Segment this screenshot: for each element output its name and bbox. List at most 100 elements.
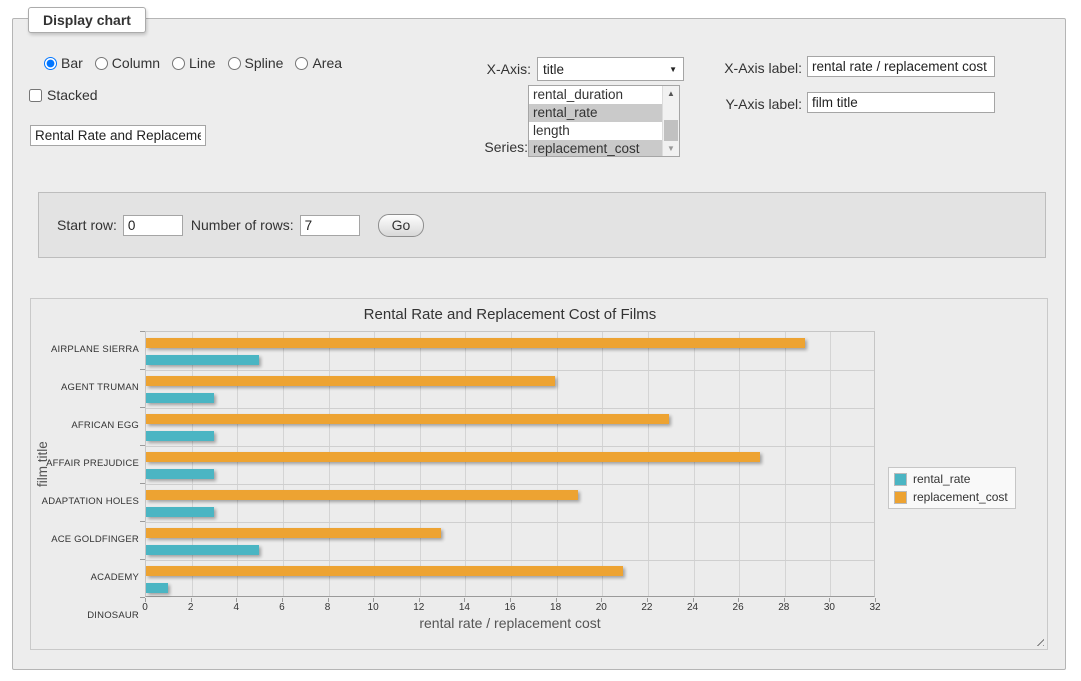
- legend-label-replacement_cost: replacement_cost: [913, 490, 1008, 504]
- x-tick-label-6: 6: [279, 602, 285, 613]
- gridline-y: [146, 370, 874, 371]
- number-of-rows-input[interactable]: [300, 215, 360, 236]
- x-tick-label-8: 8: [325, 602, 331, 613]
- chart-type-radio-area[interactable]: [295, 57, 308, 70]
- category-label-5: ACE GOLDFINGER: [39, 521, 139, 559]
- scroll-up-icon[interactable]: ▲: [663, 86, 679, 101]
- bar-rental_rate-0[interactable]: [146, 355, 259, 365]
- stacked-option[interactable]: Stacked: [29, 87, 98, 103]
- bar-replacement_cost-1[interactable]: [146, 376, 555, 386]
- bar-rental_rate-4[interactable]: [146, 507, 214, 517]
- legend-swatch-rental_rate: [894, 473, 907, 486]
- page: Display chart Bar Column Line Spline Area St…: [0, 0, 1081, 681]
- bar-rental_rate-5[interactable]: [146, 545, 259, 555]
- x-tick-label-12: 12: [413, 602, 424, 613]
- gridline-y: [146, 408, 874, 409]
- y-tick-mark: [140, 407, 145, 408]
- plot-area: [145, 331, 875, 597]
- scrollbar[interactable]: ▲ ▼: [662, 86, 679, 156]
- stacked-label: Stacked: [47, 87, 98, 103]
- x-tick-label-2: 2: [188, 602, 194, 613]
- x-tick-label-22: 22: [641, 602, 652, 613]
- chart-type-radio-column[interactable]: [95, 57, 108, 70]
- x-tick-label-24: 24: [687, 602, 698, 613]
- x-tick-label-18: 18: [550, 602, 561, 613]
- chart-type-option-label: Spline: [245, 55, 284, 71]
- gridline-x: [694, 332, 695, 596]
- gridline-y: [146, 560, 874, 561]
- y-tick-mark: [140, 445, 145, 446]
- category-label-4: ADAPTATION HOLES: [39, 483, 139, 521]
- y-axis-label-input[interactable]: [807, 92, 995, 113]
- x-tick-label-20: 20: [596, 602, 607, 613]
- gridline-x: [329, 332, 330, 596]
- x-axis-select-value: title: [543, 62, 564, 77]
- gridline-x: [648, 332, 649, 596]
- stacked-checkbox[interactable]: [29, 89, 42, 102]
- x-axis-title: rental rate / replacement cost: [145, 615, 875, 631]
- chart-type-option-line[interactable]: Line: [172, 55, 215, 71]
- series-option-rental_rate[interactable]: rental_rate: [529, 104, 662, 122]
- y-tick-mark: [140, 369, 145, 370]
- bar-rental_rate-6[interactable]: [146, 583, 168, 593]
- row-controls-panel: Start row: Number of rows: Go: [38, 192, 1046, 258]
- bar-replacement_cost-0[interactable]: [146, 338, 805, 348]
- bar-replacement_cost-3[interactable]: [146, 452, 760, 462]
- bar-replacement_cost-4[interactable]: [146, 490, 578, 500]
- gridline-x: [374, 332, 375, 596]
- x-axis-select[interactable]: title ▼: [537, 57, 684, 81]
- bar-replacement_cost-2[interactable]: [146, 414, 669, 424]
- chart-type-option-column[interactable]: Column: [95, 55, 160, 71]
- chart-type-option-label: Column: [112, 55, 160, 71]
- bar-replacement_cost-6[interactable]: [146, 566, 623, 576]
- y-tick-mark: [140, 331, 145, 332]
- y-tick-mark: [140, 483, 145, 484]
- legend-item-replacement_cost[interactable]: replacement_cost: [894, 490, 1008, 504]
- go-button[interactable]: Go: [378, 214, 425, 237]
- gridline-x: [465, 332, 466, 596]
- gridline-x: [511, 332, 512, 596]
- x-axis-select-label: X-Axis:: [431, 59, 531, 79]
- fieldset-legend: Display chart: [28, 7, 146, 33]
- chart-type-radio-bar[interactable]: [44, 57, 57, 70]
- x-tick-label-30: 30: [824, 602, 835, 613]
- legend-item-rental_rate[interactable]: rental_rate: [894, 472, 1008, 486]
- x-tick-label-14: 14: [459, 602, 470, 613]
- gridline-y: [146, 446, 874, 447]
- chart-title: Rental Rate and Replacement Cost of Film…: [145, 306, 875, 323]
- bar-rental_rate-3[interactable]: [146, 469, 214, 479]
- scrollbar-thumb[interactable]: [664, 120, 678, 142]
- series-option-length[interactable]: length: [529, 122, 662, 140]
- bar-rental_rate-2[interactable]: [146, 431, 214, 441]
- series-option-rental_duration[interactable]: rental_duration: [529, 86, 662, 104]
- gridline-x: [557, 332, 558, 596]
- x-tick-label-0: 0: [142, 602, 148, 613]
- chart-type-radio-spline[interactable]: [228, 57, 241, 70]
- chart-type-option-label: Line: [189, 55, 215, 71]
- series-option-replacement_cost[interactable]: replacement_cost: [529, 140, 662, 157]
- x-axis-label-input[interactable]: [807, 56, 995, 77]
- series-listbox[interactable]: rental_durationrental_ratelengthreplacem…: [528, 85, 680, 157]
- bar-rental_rate-1[interactable]: [146, 393, 214, 403]
- number-of-rows-label: Number of rows:: [191, 217, 294, 233]
- gridline-x: [192, 332, 193, 596]
- series-options: rental_durationrental_ratelengthreplacem…: [529, 86, 662, 156]
- gridline-y: [146, 522, 874, 523]
- x-tick-label-28: 28: [778, 602, 789, 613]
- category-label-0: AIRPLANE SIERRA: [39, 331, 139, 369]
- chart-type-option-bar[interactable]: Bar: [44, 55, 83, 71]
- chart-type-radio-line[interactable]: [172, 57, 185, 70]
- chart-legend: rental_rate replacement_cost: [888, 467, 1016, 509]
- chart-title-input[interactable]: [30, 125, 206, 146]
- x-tick-label-26: 26: [733, 602, 744, 613]
- display-chart-fieldset: Display chart BarColumnLineSplineArea St…: [12, 18, 1066, 670]
- series-label: Series:: [428, 137, 528, 157]
- chart-type-option-spline[interactable]: Spline: [228, 55, 284, 71]
- gridline-x: [237, 332, 238, 596]
- scroll-down-icon[interactable]: ▼: [663, 141, 679, 156]
- resize-handle-icon[interactable]: [1033, 635, 1044, 646]
- bar-replacement_cost-5[interactable]: [146, 528, 441, 538]
- start-row-input[interactable]: [123, 215, 183, 236]
- gridline-x: [283, 332, 284, 596]
- chart-type-option-area[interactable]: Area: [295, 55, 342, 71]
